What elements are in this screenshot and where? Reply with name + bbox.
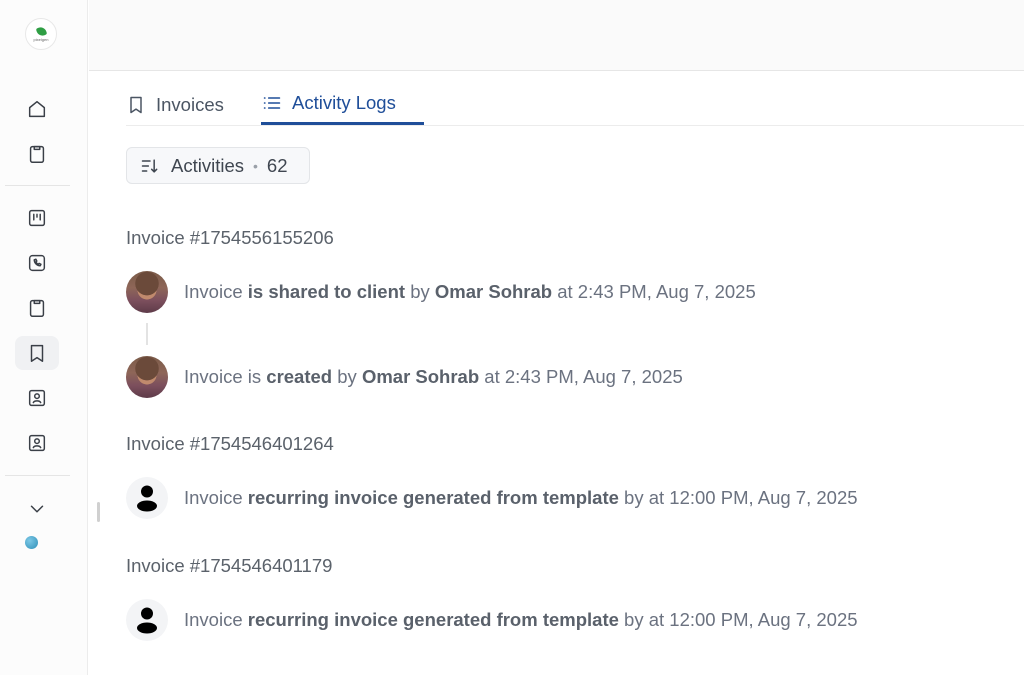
- sort-descending-icon: [141, 158, 158, 173]
- sidebar-item-contacts[interactable]: [15, 381, 59, 415]
- activities-count: 62: [266, 154, 288, 176]
- status-dot[interactable]: [25, 536, 38, 549]
- tab-invoices[interactable]: Invoices: [126, 84, 224, 125]
- sidebar-item-documents[interactable]: [15, 291, 59, 325]
- activity-entry: Invoice recurring invoice generated from…: [126, 477, 858, 519]
- chevron-down-icon: [30, 505, 44, 513]
- user-silhouette-icon: [137, 485, 157, 512]
- invoice-group-title: Invoice #1754546401264: [126, 433, 334, 454]
- sidebar-expand-button[interactable]: [15, 492, 59, 526]
- kanban-icon: [28, 209, 46, 227]
- activity-text: Invoice is shared to client by Omar Sohr…: [184, 281, 756, 302]
- tab-activity-logs-label: Activity Logs: [292, 92, 396, 113]
- sidebar-item-clients[interactable]: [15, 426, 59, 460]
- avatar: [126, 599, 168, 641]
- activity-text: Invoice is created by Omar Sohrab at 2:4…: [184, 366, 683, 387]
- activity-entry: Invoice recurring invoice generated from…: [126, 599, 858, 641]
- phone-icon: [28, 254, 46, 272]
- clipboard-list-icon: [29, 299, 45, 317]
- avatar: [126, 271, 168, 313]
- activities-sort-button[interactable]: Activities • 62: [126, 147, 310, 184]
- sidebar-item-tasks[interactable]: [15, 137, 59, 171]
- avatar: [126, 356, 168, 398]
- activities-label: Activities: [171, 154, 244, 176]
- sidebar-item-home[interactable]: [15, 92, 59, 126]
- tab-invoices-label: Invoices: [156, 93, 224, 115]
- top-header: [89, 0, 1024, 71]
- contact-card-icon: [28, 389, 46, 407]
- tab-activity-logs[interactable]: Activity Logs: [261, 84, 424, 125]
- tab-bar: Invoices Activity Logs: [126, 84, 1024, 126]
- timeline-connector: [146, 323, 148, 345]
- sidebar-item-boards[interactable]: [15, 201, 59, 235]
- invoice-group-title: Invoice #1754546401179: [126, 555, 333, 576]
- sidebar-divider: [5, 185, 70, 186]
- clipboard-icon: [29, 145, 45, 163]
- sidebar-divider: [5, 475, 70, 476]
- list-icon: [263, 97, 281, 109]
- user-card-icon: [28, 434, 46, 452]
- sidebar-item-invoices[interactable]: [15, 336, 59, 370]
- leaf-icon: [35, 25, 47, 37]
- user-silhouette-icon: [137, 607, 157, 634]
- home-icon: [28, 100, 46, 118]
- activity-entry: Invoice is created by Omar Sohrab at 2:4…: [126, 356, 683, 398]
- sidebar: pixelgen: [0, 0, 88, 675]
- bookmark-icon: [30, 344, 44, 362]
- app-logo[interactable]: pixelgen: [25, 18, 57, 50]
- bookmark-icon: [130, 96, 142, 113]
- activity-text: Invoice recurring invoice generated from…: [184, 609, 858, 630]
- invoice-group-title: Invoice #1754556155206: [126, 227, 334, 248]
- activity-entry: Invoice is shared to client by Omar Sohr…: [126, 271, 756, 313]
- activities-separator: •: [253, 157, 258, 174]
- avatar: [126, 477, 168, 519]
- logo-text: pixelgen: [33, 36, 49, 42]
- sidebar-resize-handle[interactable]: [97, 502, 100, 522]
- sidebar-item-calls[interactable]: [15, 246, 59, 280]
- activity-text: Invoice recurring invoice generated from…: [184, 487, 858, 508]
